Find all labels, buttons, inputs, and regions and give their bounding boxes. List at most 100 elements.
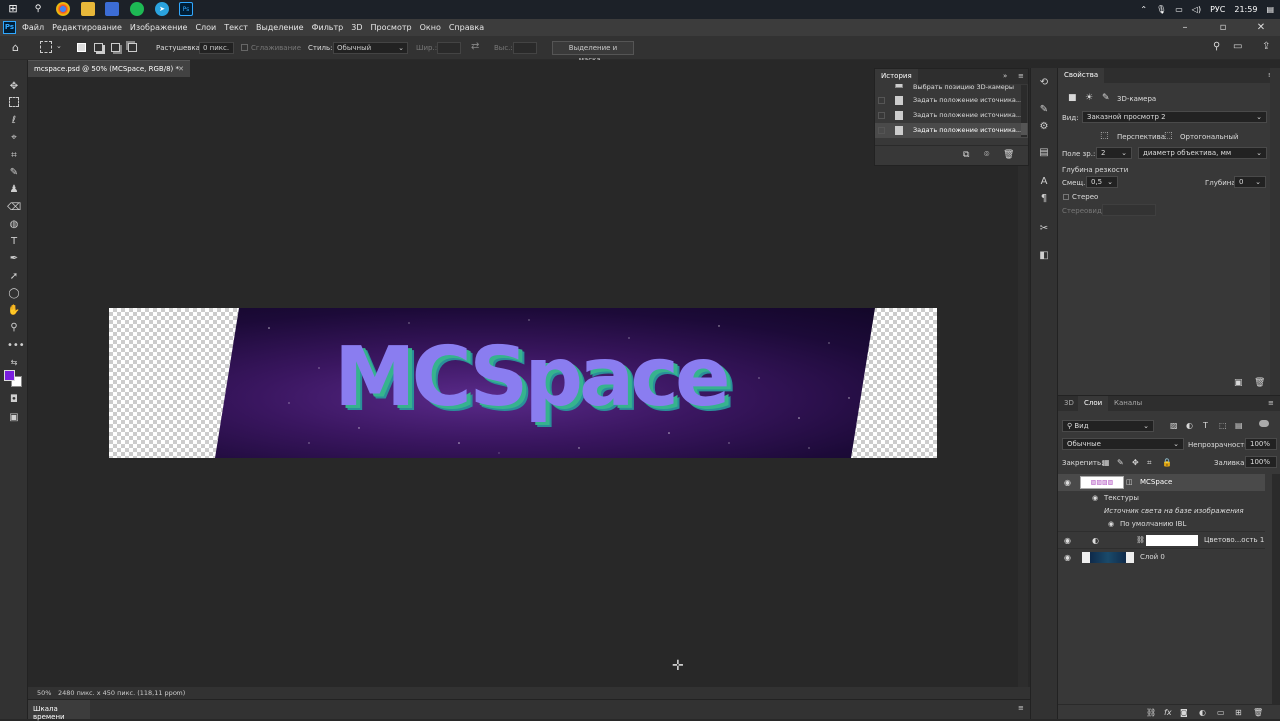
clock[interactable]: 21:59 [1234,5,1257,14]
close-button[interactable]: ✕ [1242,19,1280,36]
layer-thumbnail-3d[interactable]: ▨▨▨▨ [1080,476,1124,489]
antialias-checkbox[interactable] [241,44,248,51]
language-indicator[interactable]: РУС [1210,5,1225,14]
camera-icon[interactable]: ⌾ [984,150,989,160]
foreground-color-swatch[interactable] [4,370,15,381]
lock-all-icon[interactable]: 🔒 [1162,458,1172,467]
history-item[interactable]: Задать положение источника... [875,108,1028,123]
styles-icon[interactable]: ▤ [1037,146,1051,160]
crop-tool-icon[interactable]: ⌗ [7,149,21,163]
perspective-option[interactable]: Перспектива [1117,133,1165,141]
network-icon[interactable]: ▭ [1175,5,1183,14]
visibility-eye-icon[interactable]: ◉ [1108,520,1114,528]
intersect-selection-icon[interactable] [128,43,137,52]
height-input[interactable] [513,42,537,54]
link-layers-icon[interactable]: ⛓ [1146,708,1156,717]
tab-channels[interactable]: Каналы [1108,396,1148,411]
visibility-eye-icon[interactable]: ◉ [1064,478,1071,487]
light-icon[interactable]: ☀ [1085,93,1093,103]
perspective-icon[interactable]: ⬚ [1100,131,1109,141]
lock-transparent-icon[interactable]: ▦ [1102,458,1110,467]
search-icon[interactable]: ⚲ [31,2,45,16]
history-scrollbar[interactable] [1021,85,1027,137]
chrome-icon[interactable] [56,2,70,16]
history-item-selected[interactable]: Задать положение источника... [875,123,1028,138]
menu-type[interactable]: Текст [224,23,248,32]
close-tab-icon[interactable]: ✕ [178,61,184,77]
opacity-input[interactable]: 100% [1245,438,1277,450]
filter-shape-icon[interactable]: ⬚ [1219,421,1227,430]
new-group-icon[interactable]: ▭ [1217,708,1225,717]
fill-input[interactable]: 100% [1245,456,1277,468]
layer-name[interactable]: MCSpace [1140,478,1172,486]
stereo-view-select[interactable] [1102,204,1156,216]
panel-menu-icon[interactable]: ≡ [1018,704,1024,712]
layer-thumbnail[interactable] [1082,552,1134,563]
menu-view[interactable]: Просмотр [371,23,412,32]
chevron-up-icon[interactable]: ⌃ [1140,5,1147,14]
layer-name[interactable]: Слой 0 [1140,553,1165,561]
history-snapshot-checkbox[interactable] [878,127,885,134]
rectangular-marquee-tool-icon[interactable] [9,97,19,107]
layer-row-mcspace[interactable]: ◉ ▨▨▨▨ ◫ MCSpace [1058,474,1265,491]
lock-pixels-icon[interactable]: ✎ [1117,458,1124,467]
character-icon[interactable]: A [1037,175,1051,189]
stamp-tool-icon[interactable]: ♟ [7,183,21,197]
layer-row-adjustment[interactable]: ◉ ◐ ⛓ Цветово...ость 1 [1058,531,1265,548]
menu-layers[interactable]: Слои [195,23,216,32]
layer-name[interactable]: Цветово...ость 1 [1204,536,1264,544]
menu-help[interactable]: Справка [449,23,484,32]
properties-panel-title[interactable]: Свойства [1058,68,1105,83]
paint-bucket-tool-icon[interactable]: ◍ [7,218,21,232]
volume-icon[interactable]: ◁) [1192,5,1201,14]
zoom-tool-icon[interactable]: ⚲ [7,321,21,335]
type-tool-icon[interactable]: T [7,235,21,249]
trash-icon[interactable]: 🗑 [1253,708,1263,717]
lock-artboard-icon[interactable]: ⌗ [1147,458,1152,468]
filter-smart-object-icon[interactable]: ▤ [1235,421,1243,430]
marquee-tool-preset-icon[interactable] [40,41,52,53]
lasso-tool-icon[interactable]: ℓ [7,114,21,128]
brush-icon[interactable]: ✎ [1102,93,1110,103]
tools-icon[interactable]: ✂ [1037,222,1051,236]
paragraph-icon[interactable]: ¶ [1037,192,1051,206]
chain-link-icon[interactable]: ⛓ [1136,536,1145,544]
eraser-tool-icon[interactable]: ⌫ [7,201,21,215]
adjustments-icon[interactable]: ⚙ [1037,120,1051,134]
menu-window[interactable]: Окно [420,23,441,32]
history-item[interactable]: Задать положение источника... [875,93,1028,108]
menu-filter[interactable]: Фильтр [312,23,344,32]
layer-row-base[interactable]: ◉ Слой 0 [1058,548,1265,565]
fov-input[interactable]: 2 ⌄ [1096,147,1132,159]
spotify-icon[interactable] [130,2,144,16]
style-select[interactable]: Обычный ⌄ [333,42,408,54]
new-layer-icon[interactable]: ⊞ [1235,708,1242,717]
layers-scrollbar[interactable] [1272,474,1280,704]
microphone-icon[interactable]: 🎙 [1156,5,1166,14]
select-and-mask-button[interactable]: Выделение и маска... [552,41,634,64]
new-document-from-state-icon[interactable]: ⧉ [963,150,969,160]
layer-style-icon[interactable]: fx [1164,708,1172,717]
history-item[interactable]: Выбрать позицию 3D-камеры [875,84,1028,93]
restore-button[interactable]: ▫ [1204,19,1242,36]
new-selection-icon[interactable] [77,43,86,52]
trash-icon[interactable]: 🗑 [1254,378,1265,388]
swap-colors-icon[interactable]: ⇆ [7,356,21,370]
menu-select[interactable]: Выделение [256,23,304,32]
workspace-icon[interactable]: ▭ [1233,41,1242,52]
screen-mode-icon[interactable]: ▣ [7,411,21,425]
orthographic-icon[interactable]: ⬚ [1164,131,1173,141]
zoom-level[interactable]: 50% [37,687,51,699]
filter-adjustment-icon[interactable]: ◐ [1186,421,1193,430]
chevron-down-icon[interactable]: ⌄ [56,42,62,50]
libraries-icon[interactable]: ◧ [1037,249,1051,263]
feather-input[interactable]: 0 пикс. [199,42,234,54]
telegram-icon[interactable]: ➤ [155,2,169,16]
windows-start-icon[interactable]: ⊞ [6,2,20,16]
pen-tool-icon[interactable]: ✒ [7,252,21,266]
history-panel-icon[interactable]: ⟲ [1037,76,1051,90]
document-tab[interactable]: mcspace.psd @ 50% (MCSpace, RGB/8) * ✕ [28,60,190,77]
search-icon[interactable]: ⚲ [1213,41,1220,52]
document-scrollbar[interactable] [1018,166,1028,687]
path-selection-tool-icon[interactable]: ➚ [7,270,21,284]
